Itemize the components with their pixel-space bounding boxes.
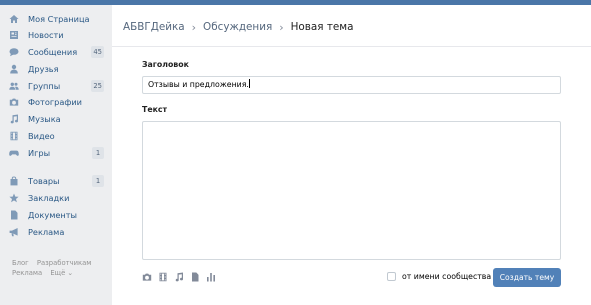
topic-title-value: Отзывы и предложения. bbox=[148, 80, 249, 89]
sidebar-item-label: Реклама bbox=[28, 227, 65, 237]
header-divider bbox=[112, 46, 591, 47]
breadcrumb-group-link[interactable]: АБВГДейка bbox=[123, 21, 185, 33]
sidebar-item-video[interactable]: Видео bbox=[8, 128, 104, 144]
sidebar-item-label: Закладки bbox=[28, 193, 70, 203]
music-icon[interactable] bbox=[174, 272, 184, 282]
sidebar-item-label: Видео bbox=[28, 131, 55, 141]
footer-link-ads[interactable]: Реклама bbox=[12, 269, 42, 277]
sidebar-item-label: Фотографии bbox=[28, 97, 82, 107]
left-sidebar: Моя Страница Новости Сообщения 45 Друзья… bbox=[0, 5, 108, 305]
friends-icon bbox=[8, 63, 20, 75]
groups-icon bbox=[8, 80, 20, 92]
sidebar-item-label: Группы bbox=[28, 81, 61, 91]
sidebar-item-label: Музыка bbox=[28, 114, 61, 124]
document-icon[interactable] bbox=[190, 272, 200, 282]
post-as-community-toggle[interactable]: от имени сообщества bbox=[387, 272, 491, 281]
unread-count-badge: 45 bbox=[91, 46, 104, 58]
document-icon bbox=[8, 209, 20, 221]
sidebar-item-label: Моя Страница bbox=[28, 14, 90, 24]
text-caret bbox=[248, 79, 250, 88]
sidebar-item-ads[interactable]: Реклама bbox=[8, 224, 104, 240]
community-checkbox[interactable] bbox=[387, 272, 396, 281]
groups-count-badge: 25 bbox=[91, 80, 104, 92]
sidebar-item-label: Документы bbox=[28, 210, 77, 220]
text-field-label: Текст bbox=[142, 105, 168, 114]
megaphone-icon bbox=[8, 226, 20, 238]
sidebar-item-label: Новости bbox=[28, 30, 64, 40]
footer-link-blog[interactable]: Блог bbox=[12, 259, 29, 267]
games-icon bbox=[8, 147, 20, 159]
goods-count-badge: 1 bbox=[92, 175, 104, 187]
poll-icon[interactable] bbox=[206, 272, 216, 282]
breadcrumb: АБВГДейка › Обсуждения › Новая тема bbox=[123, 17, 353, 37]
sidebar-item-groups[interactable]: Группы 25 bbox=[8, 78, 104, 94]
footer-link-developers[interactable]: Разработчикам bbox=[37, 259, 92, 267]
video-icon bbox=[8, 130, 20, 142]
sidebar-item-label: Сообщения bbox=[28, 47, 78, 57]
breadcrumb-discussions-link[interactable]: Обсуждения bbox=[203, 21, 272, 33]
breadcrumb-separator: › bbox=[279, 20, 284, 34]
video-icon[interactable] bbox=[158, 272, 168, 282]
create-topic-button[interactable]: Создать тему bbox=[493, 268, 561, 287]
attachment-toolbar bbox=[142, 272, 222, 282]
new-topic-card: АБВГДейка › Обсуждения › Новая тема Заго… bbox=[112, 5, 591, 305]
sidebar-item-label: Товары bbox=[28, 176, 60, 186]
sidebar-item-goods[interactable]: Товары 1 bbox=[8, 173, 104, 189]
games-count-badge: 1 bbox=[92, 147, 104, 159]
title-field-label: Заголовок bbox=[142, 60, 189, 69]
news-icon bbox=[8, 29, 20, 41]
shopping-bag-icon bbox=[8, 175, 20, 187]
sidebar-item-music[interactable]: Музыка bbox=[8, 111, 104, 127]
messages-icon bbox=[8, 46, 20, 58]
camera-icon[interactable] bbox=[142, 272, 152, 282]
sidebar-item-photos[interactable]: Фотографии bbox=[8, 94, 104, 110]
sidebar-item-games[interactable]: Игры 1 bbox=[8, 145, 104, 161]
sidebar-item-label: Игры bbox=[28, 148, 51, 158]
sidebar-item-messages[interactable]: Сообщения 45 bbox=[8, 44, 104, 60]
page-title: Новая тема bbox=[290, 21, 354, 33]
star-icon bbox=[8, 192, 20, 204]
footer-more-menu[interactable]: Ещё ⌄ bbox=[50, 269, 73, 277]
breadcrumb-separator: › bbox=[191, 20, 197, 34]
topic-text-area[interactable] bbox=[142, 121, 561, 260]
sidebar-item-friends[interactable]: Друзья bbox=[8, 61, 104, 77]
camera-icon bbox=[8, 96, 20, 108]
music-icon bbox=[8, 113, 20, 125]
topic-title-input[interactable]: Отзывы и предложения. bbox=[142, 76, 561, 94]
sidebar-footer-links: Блог Разработчикам Реклама Ещё ⌄ bbox=[12, 258, 112, 278]
sidebar-item-my-page[interactable]: Моя Страница bbox=[8, 11, 104, 27]
community-checkbox-label: от имени сообщества bbox=[402, 272, 492, 281]
sidebar-item-documents[interactable]: Документы bbox=[8, 207, 104, 223]
sidebar-item-bookmarks[interactable]: Закладки bbox=[8, 190, 104, 206]
sidebar-item-news[interactable]: Новости bbox=[8, 27, 104, 43]
sidebar-item-label: Друзья bbox=[28, 64, 59, 74]
home-icon bbox=[8, 13, 20, 25]
